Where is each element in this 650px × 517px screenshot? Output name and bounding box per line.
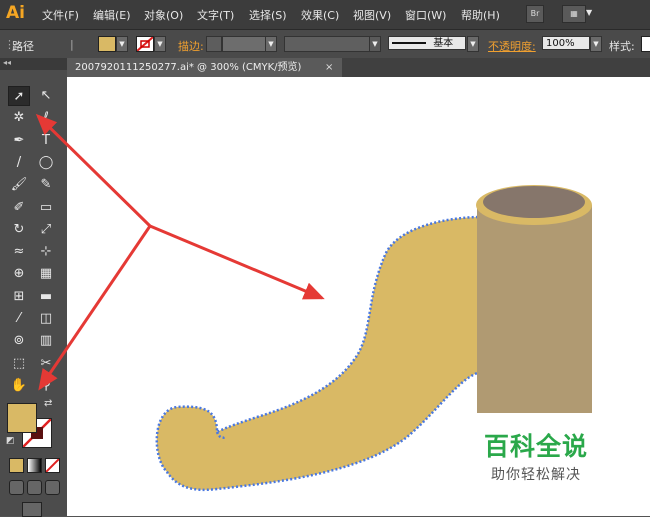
hand-tool[interactable]: ✋ <box>8 376 30 396</box>
menu-select[interactable]: 选择(S) <box>249 7 287 23</box>
menu-effect[interactable]: 效果(C) <box>301 7 339 23</box>
column-graph-tool[interactable]: ▥ <box>35 331 57 351</box>
draw-behind-button[interactable] <box>27 480 42 495</box>
fill-color-swatch[interactable] <box>98 36 116 52</box>
graphic-style-label: 样式: <box>609 40 635 53</box>
arrange-documents-button[interactable]: ▦ <box>562 5 586 23</box>
brush-style-label: 基本 <box>433 38 454 49</box>
stroke-weight-chevron-icon[interactable]: ▼ <box>265 36 277 52</box>
document-tab[interactable]: 2007920111250277.ai* @ 300% (CMYK/预览) × <box>67 58 342 77</box>
no-stroke-icon <box>137 37 153 51</box>
screen-mode-button[interactable] <box>22 502 42 517</box>
watermark-title: 百科全说 <box>484 432 589 461</box>
gradient-mode-button[interactable] <box>27 458 42 473</box>
opacity-label[interactable]: 不透明度: <box>488 38 536 54</box>
selection-type-label: 路径 <box>12 40 34 53</box>
menu-file[interactable]: 文件(F) <box>42 7 79 23</box>
close-icon[interactable]: × <box>325 58 333 77</box>
document-tab-bar: 2007920111250277.ai* @ 300% (CMYK/预览) × <box>67 58 650 78</box>
tools-panel: ◂◂ ➚ ↖ ✲ ℓ ✒ T / ◯ 🖌 ✎ ✐ ▭ ↻ ⤢ ≈ ⊹ ⊕ ▦ ⊞ ▬ ⁄ ◫ ⊚ ▥ ⬚ ✂ ✋ ⚲ ⇄ ◩ <box>0 58 68 517</box>
pencil-tool[interactable]: ✎ <box>35 175 57 195</box>
symbol-sprayer-tool[interactable]: ⊚ <box>8 331 30 351</box>
app-logo: Ai <box>6 3 25 23</box>
document-tab-title: 2007920111250277.ai* @ 300% (CMYK/预览) <box>75 62 302 73</box>
brush-definition-select[interactable]: 基本 <box>388 36 466 50</box>
cylinder-body <box>477 205 592 413</box>
blob-brush-tool[interactable]: ✐ <box>8 198 30 218</box>
lasso-tool[interactable]: ℓ <box>35 108 57 128</box>
variable-width-profile-select[interactable] <box>284 36 370 52</box>
brush-definition-chevron-icon[interactable]: ▼ <box>467 36 479 52</box>
graphic-style-swatch[interactable] <box>641 36 650 52</box>
cylinder-top <box>483 186 585 218</box>
eraser-tool[interactable]: ▭ <box>35 198 57 218</box>
color-mode-button[interactable] <box>9 458 24 473</box>
menu-edit[interactable]: 编辑(E) <box>93 7 131 23</box>
zoom-tool[interactable]: ⚲ <box>35 376 57 396</box>
blend-tool[interactable]: ◫ <box>35 309 57 329</box>
pen-tool[interactable]: ✒ <box>8 131 30 151</box>
stroke-weight-label[interactable]: 描边: <box>178 38 204 54</box>
type-tool[interactable]: T <box>35 131 57 151</box>
stroke-weight-input[interactable] <box>222 36 266 52</box>
warp-tool[interactable]: ≈ <box>8 242 30 262</box>
artboard-tool[interactable]: ⬚ <box>8 354 30 374</box>
variable-width-chevron-icon[interactable]: ▼ <box>369 36 381 52</box>
gradient-tool[interactable]: ▬ <box>35 287 57 307</box>
collapse-panel-icon[interactable]: ◂◂ <box>3 58 11 67</box>
direct-selection-tool[interactable]: ↖ <box>35 86 57 106</box>
divider: | <box>70 38 74 51</box>
draw-normal-button[interactable] <box>9 480 24 495</box>
fill-color-box[interactable] <box>7 403 37 433</box>
default-fill-stroke-icon[interactable]: ◩ <box>6 436 15 446</box>
tools-panel-header[interactable]: ◂◂ <box>0 58 67 70</box>
draw-inside-button[interactable] <box>45 480 60 495</box>
menu-bar: Ai 文件(F) 编辑(E) 对象(O) 文字(T) 选择(S) 效果(C) 视… <box>0 0 650 30</box>
swap-fill-stroke-icon[interactable]: ⇄ <box>44 398 52 409</box>
scale-tool[interactable]: ⤢ <box>35 220 57 240</box>
ellipse-tool[interactable]: ◯ <box>35 153 57 173</box>
stroke-weight-stepper[interactable] <box>206 36 222 52</box>
free-transform-tool[interactable]: ⊹ <box>35 242 57 262</box>
control-bar: ⋮ 路径 | ▼ ▼ 描边: ▼ ▼ 基本 ▼ 不透明度: 100% ▼ 样式: <box>0 30 650 59</box>
menu-object[interactable]: 对象(O) <box>144 7 183 23</box>
mesh-tool[interactable]: ⊞ <box>8 287 30 307</box>
menu-window[interactable]: 窗口(W) <box>405 7 446 23</box>
none-icon <box>46 459 59 472</box>
magic-wand-tool[interactable]: ✲ <box>8 108 30 128</box>
arrange-documents-chevron-icon[interactable]: ▼ <box>586 8 592 17</box>
none-mode-button[interactable] <box>45 458 60 473</box>
menu-type[interactable]: 文字(T) <box>197 7 234 23</box>
eyedropper-tool[interactable]: ⁄ <box>8 309 30 329</box>
shape-builder-tool[interactable]: ⊕ <box>8 264 30 284</box>
watermark-subtitle: 助你轻松解决 <box>491 467 581 483</box>
menu-view[interactable]: 视图(V) <box>353 7 391 23</box>
slice-tool[interactable]: ✂ <box>35 354 57 374</box>
paintbrush-tool[interactable]: 🖌 <box>8 175 30 195</box>
stroke-color-swatch[interactable] <box>136 36 154 52</box>
arrange-documents-icon: ▦ <box>570 9 578 18</box>
perspective-grid-tool[interactable]: ▦ <box>35 264 57 284</box>
bridge-button[interactable]: Br <box>526 5 544 23</box>
selected-curved-path-shape[interactable] <box>155 215 484 491</box>
brush-stroke-line <box>392 42 426 44</box>
rotate-tool[interactable]: ↻ <box>8 220 30 240</box>
selection-tool[interactable]: ➚ <box>8 86 30 106</box>
menu-help[interactable]: 帮助(H) <box>461 7 500 23</box>
opacity-input[interactable]: 100% <box>542 36 590 50</box>
fill-dropdown-chevron-icon[interactable]: ▼ <box>116 36 128 52</box>
line-segment-tool[interactable]: / <box>8 153 30 173</box>
stroke-dropdown-chevron-icon[interactable]: ▼ <box>154 36 166 52</box>
opacity-chevron-icon[interactable]: ▼ <box>590 36 602 52</box>
